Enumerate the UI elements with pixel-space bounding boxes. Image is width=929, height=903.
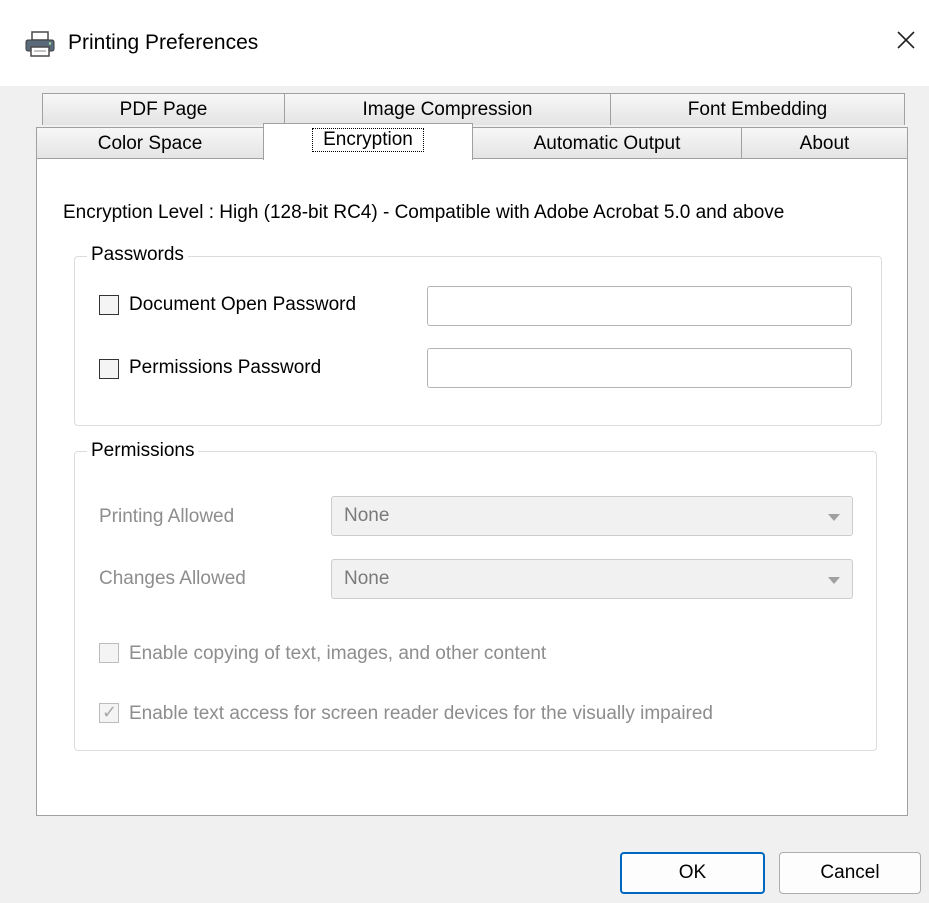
printing-allowed-label: Printing Allowed bbox=[99, 506, 235, 527]
permissions-group-label: Permissions bbox=[87, 439, 199, 463]
tab-label: Automatic Output bbox=[533, 133, 681, 154]
tab-label: Encryption bbox=[312, 128, 424, 152]
changes-allowed-select[interactable]: None bbox=[331, 559, 853, 599]
printing-preferences-dialog: Printing Preferences PDF Page Image Comp… bbox=[0, 0, 929, 903]
tab-label: Image Compression bbox=[362, 99, 533, 120]
close-icon bbox=[896, 30, 916, 55]
printing-allowed-value: None bbox=[344, 505, 390, 526]
title-bar: Printing Preferences bbox=[0, 0, 929, 86]
tab-encryption[interactable]: Encryption bbox=[263, 123, 473, 160]
enable-copying-checkbox[interactable] bbox=[99, 643, 119, 663]
tab-label: About bbox=[799, 133, 850, 154]
chevron-down-icon bbox=[828, 514, 840, 521]
permissions-password-input[interactable] bbox=[427, 348, 852, 388]
window-title: Printing Preferences bbox=[68, 31, 259, 54]
tab-color-space[interactable]: Color Space bbox=[36, 127, 264, 159]
enable-screen-reader-label[interactable]: Enable text access for screen reader dev… bbox=[129, 702, 713, 726]
tab-image-compression[interactable]: Image Compression bbox=[284, 93, 611, 125]
passwords-group-label: Passwords bbox=[87, 243, 188, 267]
passwords-group bbox=[74, 256, 882, 426]
tab-label: Font Embedding bbox=[687, 99, 828, 120]
tab-pdf-page[interactable]: PDF Page bbox=[42, 93, 285, 125]
document-open-password-input[interactable] bbox=[427, 286, 852, 326]
checkmark-icon: ✓ bbox=[102, 702, 118, 722]
printing-allowed-select[interactable]: None bbox=[331, 496, 853, 536]
tab-font-embedding[interactable]: Font Embedding bbox=[610, 93, 905, 125]
cancel-button[interactable]: Cancel bbox=[779, 852, 921, 894]
changes-allowed-label: Changes Allowed bbox=[99, 568, 246, 589]
document-open-password-checkbox[interactable] bbox=[99, 295, 119, 315]
tab-label: PDF Page bbox=[119, 99, 208, 120]
enable-copying-label[interactable]: Enable copying of text, images, and othe… bbox=[129, 642, 546, 666]
tab-about[interactable]: About bbox=[741, 127, 908, 159]
tab-automatic-output[interactable]: Automatic Output bbox=[472, 127, 742, 159]
encryption-level-text: Encryption Level : High (128-bit RC4) - … bbox=[63, 202, 785, 223]
enable-screen-reader-checkbox[interactable]: ✓ bbox=[99, 702, 119, 723]
changes-allowed-value: None bbox=[344, 568, 390, 589]
permissions-password-checkbox[interactable] bbox=[99, 359, 119, 379]
tab-label: Color Space bbox=[97, 133, 203, 154]
encryption-tab-panel: Encryption Level : High (128-bit RC4) - … bbox=[36, 158, 908, 816]
document-open-password-label[interactable]: Document Open Password bbox=[129, 293, 356, 317]
permissions-password-label[interactable]: Permissions Password bbox=[129, 356, 321, 380]
ok-button[interactable]: OK bbox=[620, 852, 765, 894]
printer-icon bbox=[24, 30, 56, 58]
chevron-down-icon bbox=[828, 577, 840, 584]
close-button[interactable] bbox=[884, 20, 928, 64]
